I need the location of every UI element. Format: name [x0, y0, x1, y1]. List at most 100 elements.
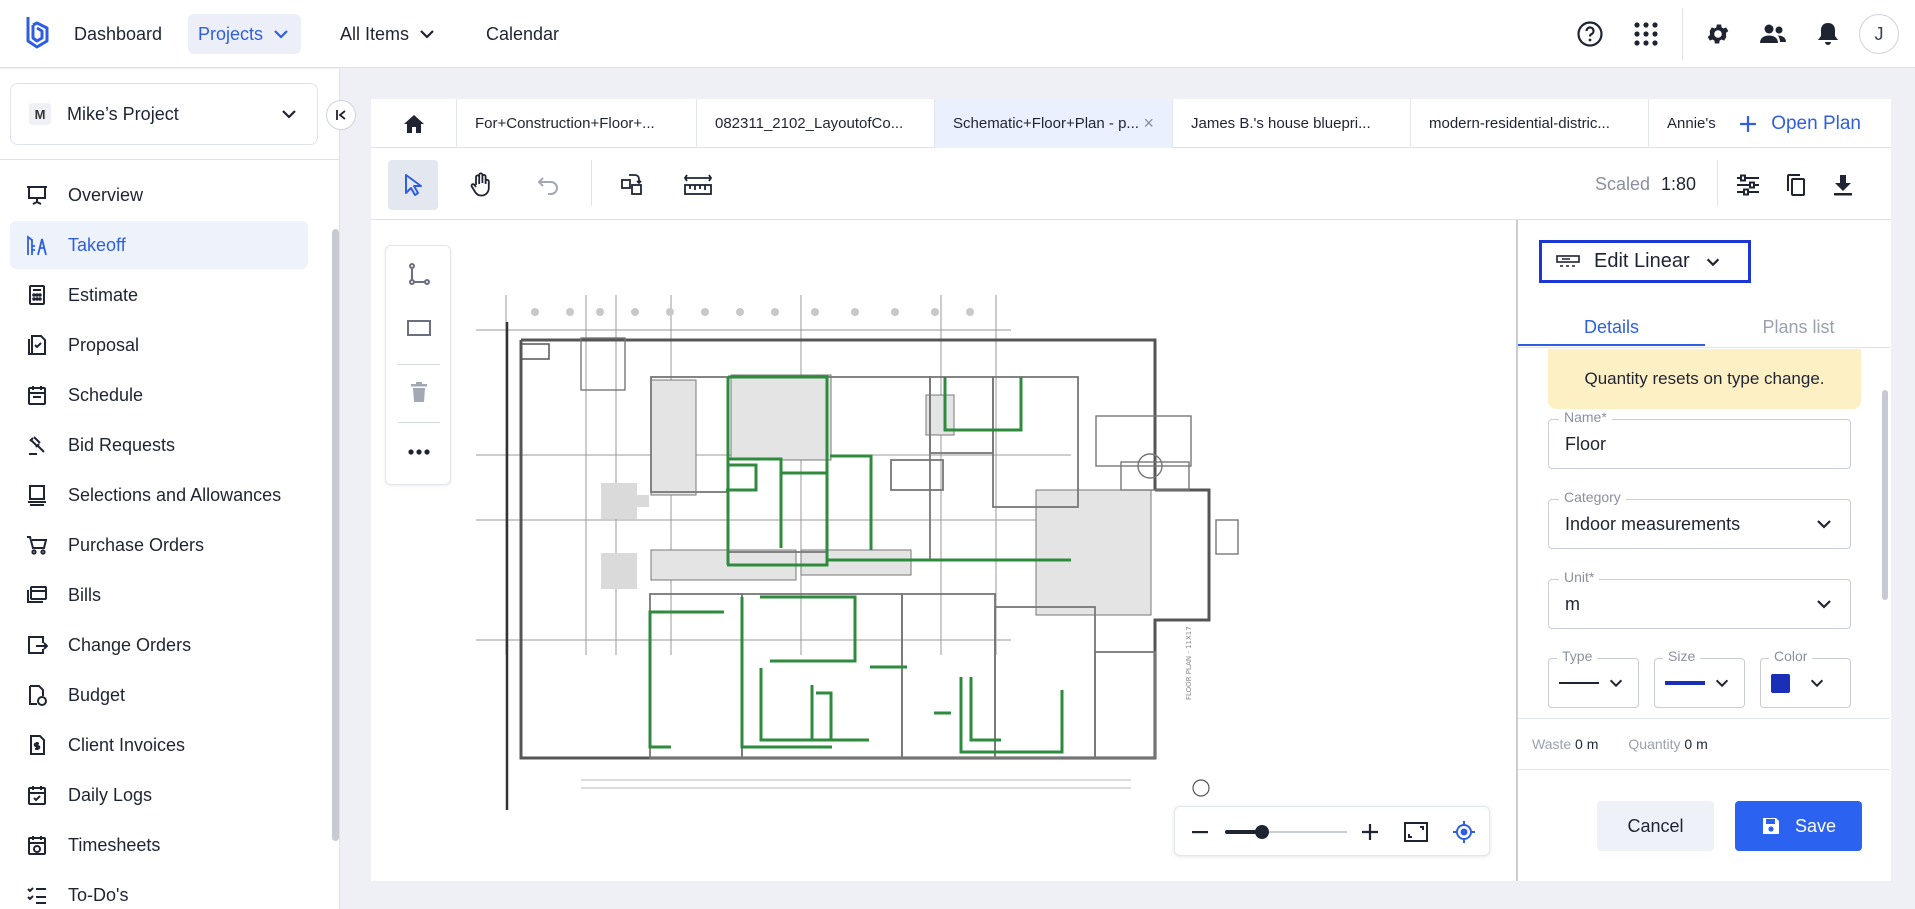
zoom-slider-thumb[interactable] [1254, 825, 1269, 839]
project-name: Mike’s Project [67, 103, 179, 124]
selections-icon [26, 484, 48, 506]
sidebar-item-estimate[interactable]: Estimate [10, 271, 308, 319]
sidebar-item-label: Bid Requests [68, 434, 176, 455]
sidebar-item-takeoff[interactable]: Takeoff [10, 221, 308, 269]
app-logo[interactable] [20, 14, 54, 54]
sidebar-item-timesheets[interactable]: Timesheets [10, 821, 308, 869]
save-button[interactable]: Save [1735, 801, 1862, 851]
edit-linear-dropdown[interactable]: Edit Linear [1539, 240, 1751, 283]
project-selector[interactable]: M Mike’s Project [10, 83, 318, 145]
settings-gear-icon[interactable] [1700, 16, 1736, 52]
recenter-button[interactable] [1451, 819, 1477, 845]
plan-tab[interactable]: modern-residential-distric... [1411, 99, 1649, 148]
tab-plans-label: Plans list [1762, 317, 1835, 337]
sidebar-item-todos[interactable]: To-Do's [10, 871, 308, 909]
category-select[interactable]: Category Indoor measurements [1548, 489, 1851, 549]
sidebar-item-overview[interactable]: Overview [10, 171, 308, 219]
cursor-arrow-icon [402, 173, 424, 197]
close-tab-icon[interactable]: × [1143, 99, 1154, 148]
scaled-label: Scaled [1595, 174, 1651, 194]
plan-canvas[interactable]: FLOOR PLAN - 11X17 [371, 220, 1516, 881]
rotate-button[interactable] [607, 160, 657, 210]
plan-tab[interactable]: Annie's [1649, 99, 1739, 148]
plan-tab[interactable]: For+Construction+Floor+... [457, 99, 697, 148]
sidebar-item-budget[interactable]: Budget [10, 671, 308, 719]
download-button[interactable] [1818, 160, 1868, 210]
chevron-down-icon [1607, 674, 1625, 692]
delete-tool-button[interactable] [386, 368, 452, 416]
chevron-down-icon [1704, 253, 1722, 271]
plan-tab-active[interactable]: Schematic+Floor+Plan - p... × [935, 99, 1173, 148]
plan-tab-label: Annie's [1667, 115, 1716, 132]
tab-plans-list[interactable]: Plans list [1705, 296, 1892, 346]
home-tab[interactable] [371, 99, 457, 148]
nav-all-items[interactable]: All Items [330, 14, 447, 54]
nav-calendar[interactable]: Calendar [476, 14, 569, 54]
sidebar-scrollbar[interactable] [332, 229, 339, 841]
chevron-down-icon [271, 24, 291, 44]
unit-label: Unit* [1559, 569, 1600, 585]
cancel-button[interactable]: Cancel [1597, 801, 1714, 851]
line-size-select[interactable]: Size [1654, 648, 1745, 708]
color-label: Color [1769, 648, 1813, 664]
copy-button[interactable] [1771, 160, 1821, 210]
unit-select[interactable]: Unit* m [1548, 569, 1851, 629]
nav-dashboard[interactable]: Dashboard [64, 14, 172, 54]
user-avatar[interactable]: J [1859, 14, 1899, 54]
gavel-icon [26, 434, 48, 456]
measure-scale-button[interactable] [673, 160, 723, 210]
name-field[interactable]: Name* Floor [1548, 409, 1851, 469]
open-plan-label: Open Plan [1771, 112, 1861, 134]
plan-settings-button[interactable] [1723, 160, 1773, 210]
line-type-select[interactable]: Type [1548, 648, 1639, 708]
pan-tool-button[interactable] [456, 160, 506, 210]
help-icon[interactable] [1572, 16, 1608, 52]
ruler-icon [683, 172, 713, 198]
apps-grid-icon[interactable] [1628, 16, 1664, 52]
sidebar-item-label: To-Do's [68, 884, 129, 905]
more-options-button[interactable] [386, 428, 452, 476]
zoom-slider-track[interactable] [1225, 825, 1347, 839]
category-value: Indoor measurements [1565, 513, 1741, 534]
plan-tab[interactable]: James B.'s house bluepri... [1173, 99, 1411, 148]
project-badge: M [29, 103, 51, 125]
notifications-bell-icon[interactable] [1810, 16, 1846, 52]
sidebar-item-selections[interactable]: Selections and Allowances [10, 471, 308, 519]
collapse-sidebar-button[interactable] [326, 100, 356, 130]
open-plan-button[interactable]: Open Plan [1739, 99, 1861, 148]
plan-tab-label: For+Construction+Floor+... [475, 115, 655, 132]
sidebar-item-bid-requests[interactable]: Bid Requests [10, 421, 308, 469]
sidebar-item-purchase-orders[interactable]: Purchase Orders [10, 521, 308, 569]
timesheets-icon [26, 834, 48, 856]
plan-tab-label: modern-residential-distric... [1429, 115, 1610, 132]
undo-icon [537, 174, 561, 196]
panel-scrollbar[interactable] [1882, 390, 1888, 600]
select-tool-button[interactable] [388, 160, 438, 210]
team-users-icon[interactable] [1755, 16, 1791, 52]
svg-text:FLOOR PLAN - 11X17: FLOOR PLAN - 11X17 [1185, 626, 1193, 700]
zoom-out-button[interactable] [1187, 819, 1213, 845]
tab-details[interactable]: Details [1518, 296, 1705, 346]
undo-button[interactable] [524, 160, 574, 210]
download-icon [1832, 173, 1854, 197]
plan-tab-label: James B.'s house bluepri... [1191, 115, 1371, 132]
sidebar-item-bills[interactable]: Bills [10, 571, 308, 619]
measurement-summary: Waste 0 m Quantity 0 m [1518, 718, 1890, 770]
zoom-in-button[interactable] [1357, 819, 1383, 845]
sidebar-item-change-orders[interactable]: Change Orders [10, 621, 308, 669]
line-color-select[interactable]: Color [1760, 648, 1851, 708]
sidebar-item-daily-logs[interactable]: Daily Logs [10, 771, 308, 819]
fit-to-screen-button[interactable] [1403, 819, 1429, 845]
scale-value[interactable]: 1:80 [1661, 174, 1696, 195]
linear-tool-button[interactable] [386, 250, 452, 298]
sidebar-item-label: Schedule [68, 384, 144, 405]
waste-label: Waste [1532, 736, 1572, 752]
plan-tab[interactable]: 082311_2102_LayoutofCo... [697, 99, 935, 148]
area-tool-button[interactable] [386, 304, 452, 352]
nav-projects[interactable]: Projects [188, 14, 302, 54]
sidebar-item-client-invoices[interactable]: Client Invoices [10, 721, 308, 769]
sidebar-item-label: Selections and Allowances [68, 484, 282, 505]
sidebar-item-proposal[interactable]: Proposal [10, 321, 308, 369]
sidebar-item-schedule[interactable]: Schedule [10, 371, 308, 419]
plus-icon [1362, 824, 1378, 840]
